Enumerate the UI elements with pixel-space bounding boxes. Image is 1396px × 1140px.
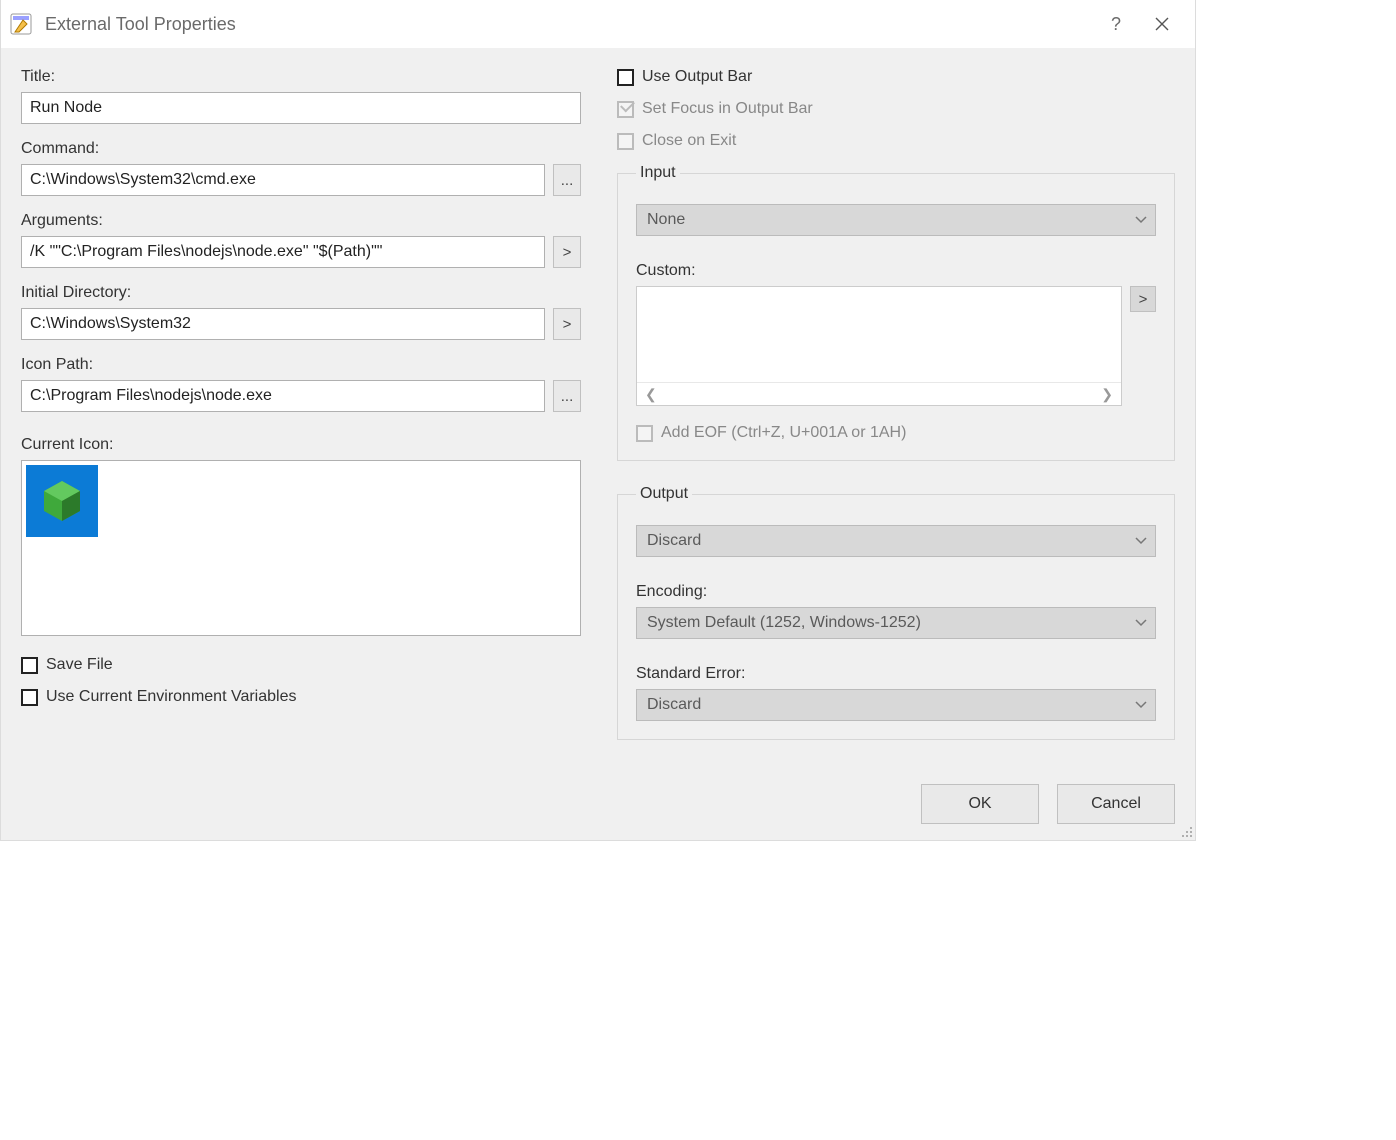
custom-textarea: ❮ ❯	[636, 286, 1122, 406]
title-input[interactable]	[21, 92, 581, 124]
initial-directory-insert-button[interactable]: >	[553, 308, 581, 340]
left-column: Title: Command: ... Arguments: >	[21, 68, 581, 764]
custom-insert-button: >	[1130, 286, 1156, 312]
current-icon-label: Current Icon:	[21, 436, 581, 454]
chevron-down-icon	[1135, 701, 1147, 709]
ellipsis-icon: ...	[561, 172, 574, 189]
encoding-select: System Default (1252, Windows-1252)	[636, 607, 1156, 639]
checkbox-icon	[21, 657, 38, 674]
output-select: Discard	[636, 525, 1156, 557]
initial-directory-label: Initial Directory:	[21, 284, 581, 302]
use-env-label: Use Current Environment Variables	[46, 688, 296, 706]
ok-button[interactable]: OK	[921, 784, 1039, 824]
output-legend: Output	[636, 485, 692, 503]
icon-path-browse-button[interactable]: ...	[553, 380, 581, 412]
command-browse-button[interactable]: ...	[553, 164, 581, 196]
custom-input-area: ❮ ❯ >	[636, 286, 1156, 406]
command-input[interactable]	[21, 164, 545, 196]
icon-preview	[26, 465, 98, 537]
dialog-buttons: OK Cancel	[1, 772, 1195, 840]
stderr-value: Discard	[647, 696, 701, 714]
arguments-field: Arguments: >	[21, 212, 581, 268]
use-output-bar-label: Use Output Bar	[642, 68, 752, 86]
initial-directory-field: Initial Directory: >	[21, 284, 581, 340]
titlebar: External Tool Properties ?	[1, 0, 1195, 48]
right-column: Use Output Bar Set Focus in Output Bar C…	[617, 68, 1175, 764]
current-icon-field: Current Icon:	[21, 436, 581, 636]
add-eof-checkbox: Add EOF (Ctrl+Z, U+001A or 1AH)	[636, 424, 1156, 442]
encoding-value: System Default (1252, Windows-1252)	[647, 614, 921, 632]
close-on-exit-checkbox: Close on Exit	[617, 132, 1175, 150]
help-button[interactable]: ?	[1093, 4, 1139, 44]
icon-path-field: Icon Path: ...	[21, 356, 581, 412]
command-field: Command: ...	[21, 140, 581, 196]
output-value: Discard	[647, 532, 701, 550]
stderr-select: Discard	[636, 689, 1156, 721]
help-icon: ?	[1111, 14, 1121, 35]
window-title: External Tool Properties	[45, 14, 1093, 35]
command-label: Command:	[21, 140, 581, 158]
current-icon-box[interactable]	[21, 460, 581, 636]
ellipsis-icon: ...	[561, 388, 574, 405]
checkbox-icon	[617, 133, 634, 150]
vertical-scroll-buttons: >	[1130, 286, 1156, 406]
cancel-button[interactable]: Cancel	[1057, 784, 1175, 824]
checkbox-icon	[636, 425, 653, 442]
icon-path-label: Icon Path:	[21, 356, 581, 374]
scroll-right-icon: ❯	[1101, 386, 1113, 403]
checkbox-icon	[617, 101, 634, 118]
resize-grip-icon	[1179, 824, 1193, 838]
save-file-checkbox[interactable]: Save File	[21, 656, 581, 674]
close-button[interactable]	[1139, 4, 1185, 44]
icon-path-input[interactable]	[21, 380, 545, 412]
encoding-label: Encoding:	[636, 583, 1156, 601]
input-legend: Input	[636, 164, 680, 182]
input-type-select: None	[636, 204, 1156, 236]
arguments-label: Arguments:	[21, 212, 581, 230]
chevron-right-icon: >	[563, 244, 572, 261]
close-icon	[1155, 17, 1169, 31]
checkbox-icon	[617, 69, 634, 86]
arguments-insert-button[interactable]: >	[553, 236, 581, 268]
add-eof-label: Add EOF (Ctrl+Z, U+001A or 1AH)	[661, 424, 906, 442]
app-icon	[9, 12, 33, 36]
scroll-left-icon: ❮	[645, 386, 657, 403]
checkbox-icon	[21, 689, 38, 706]
chevron-right-icon: >	[1139, 291, 1148, 308]
title-label: Title:	[21, 68, 581, 86]
close-on-exit-label: Close on Exit	[642, 132, 736, 150]
input-group: Input None Custom: ❮ ❯	[617, 164, 1175, 461]
set-focus-label: Set Focus in Output Bar	[642, 100, 813, 118]
initial-directory-input[interactable]	[21, 308, 545, 340]
use-output-bar-checkbox[interactable]: Use Output Bar	[617, 68, 1175, 86]
use-env-checkbox[interactable]: Use Current Environment Variables	[21, 688, 581, 706]
title-field: Title:	[21, 68, 581, 124]
chevron-right-icon: >	[563, 316, 572, 333]
save-file-label: Save File	[46, 656, 113, 674]
horizontal-scrollbar: ❮ ❯	[637, 382, 1121, 405]
set-focus-checkbox: Set Focus in Output Bar	[617, 100, 1175, 118]
dialog-body: Title: Command: ... Arguments: >	[1, 48, 1195, 772]
chevron-down-icon	[1135, 619, 1147, 627]
chevron-down-icon	[1135, 216, 1147, 224]
arguments-input[interactable]	[21, 236, 545, 268]
custom-label: Custom:	[636, 262, 1156, 280]
dialog-window: External Tool Properties ? Title: Comman…	[0, 0, 1196, 841]
node-icon	[38, 477, 86, 525]
output-group: Output Discard Encoding: System Default …	[617, 485, 1175, 740]
input-type-value: None	[647, 211, 685, 229]
chevron-down-icon	[1135, 537, 1147, 545]
stderr-label: Standard Error:	[636, 665, 1156, 683]
